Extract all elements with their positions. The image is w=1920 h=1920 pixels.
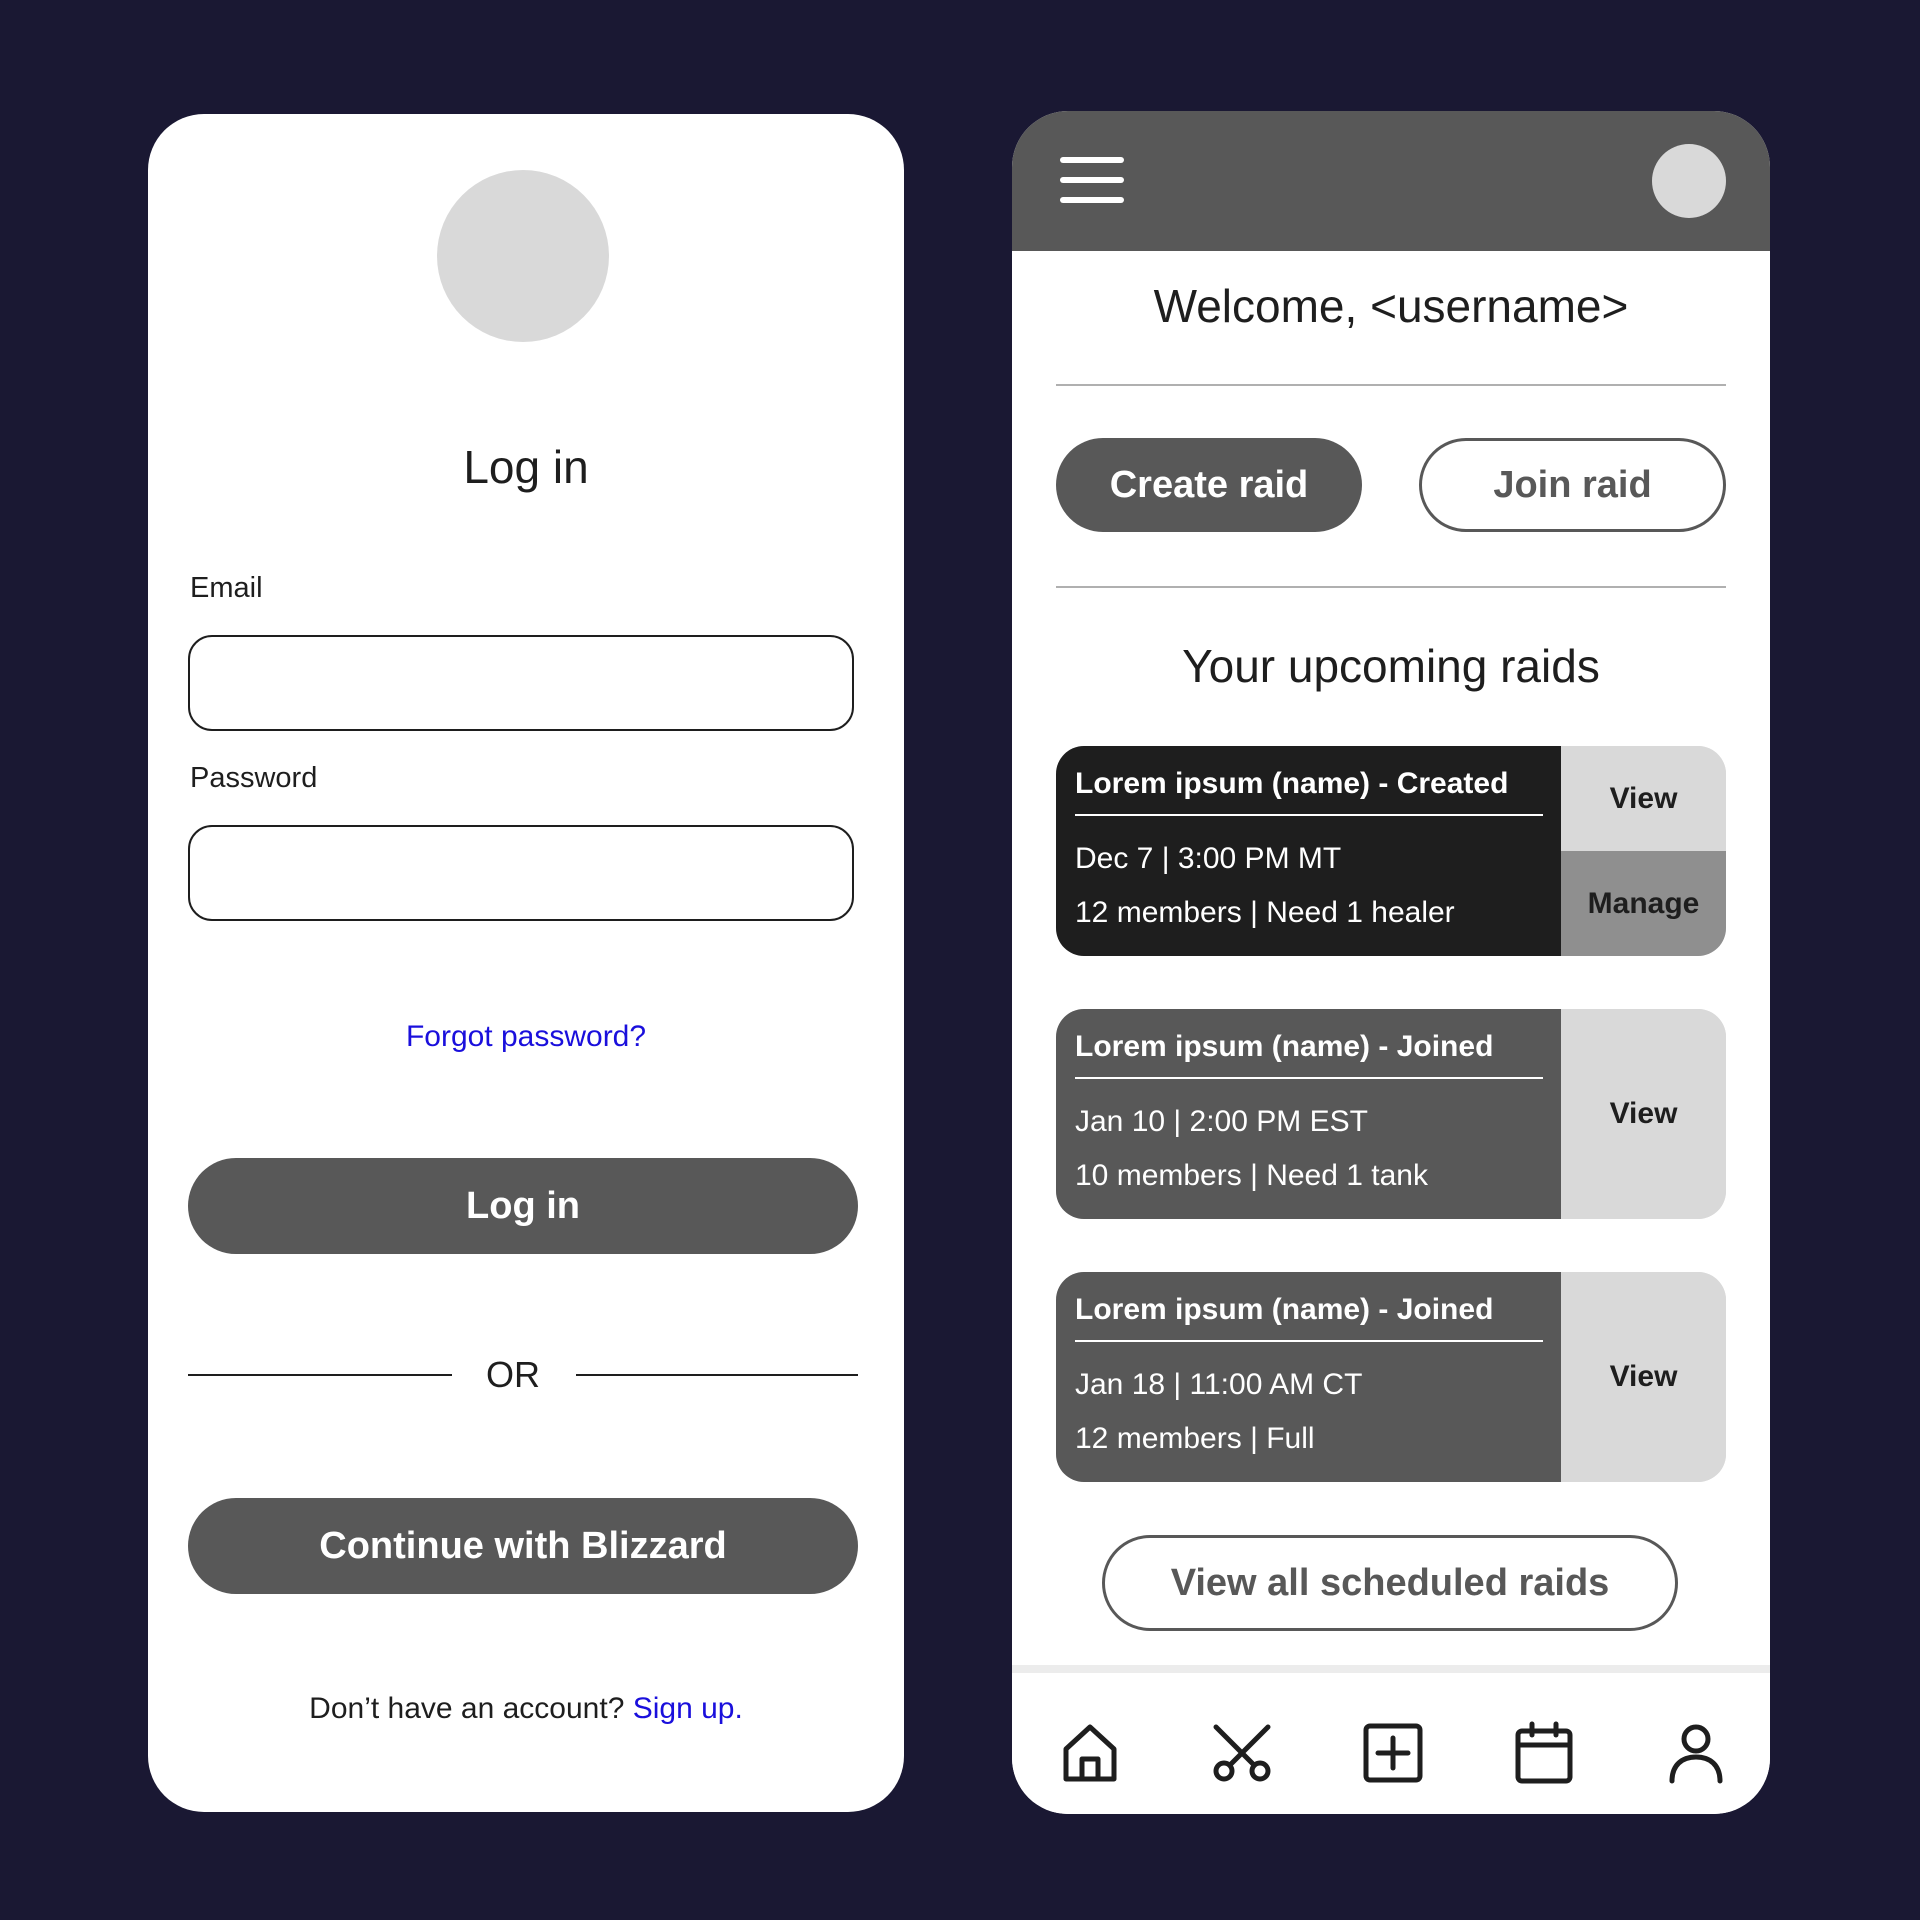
raid-info: Lorem ipsum (name) - Created Dec 7 | 3:0… <box>1056 746 1561 956</box>
top-app-bar <box>1012 111 1770 251</box>
raid-details: 12 members | Full <box>1075 1422 1315 1455</box>
forgot-password-link[interactable]: Forgot password? <box>148 1020 904 1054</box>
divider <box>1056 586 1726 588</box>
raid-datetime: Jan 18 | 11:00 AM CT <box>1075 1368 1363 1401</box>
view-raid-button[interactable]: View <box>1561 1272 1726 1482</box>
bottom-nav <box>1012 1665 1770 1814</box>
raid-actions: View <box>1561 1272 1726 1482</box>
raid-title: Lorem ipsum (name) - Created <box>1075 767 1509 800</box>
raid-title: Lorem ipsum (name) - Joined <box>1075 1293 1494 1326</box>
view-raid-button[interactable]: View <box>1561 1009 1726 1219</box>
password-label: Password <box>190 762 318 794</box>
profile-icon[interactable] <box>1664 1721 1728 1785</box>
join-raid-button[interactable]: Join raid <box>1419 438 1726 532</box>
password-field[interactable] <box>188 825 854 921</box>
signup-prompt: Don’t have an account? Sign up. <box>148 1692 904 1726</box>
raid-actions: View <box>1561 1009 1726 1219</box>
hamburger-menu-icon[interactable] <box>1060 157 1124 207</box>
raid-datetime: Jan 10 | 2:00 PM EST <box>1075 1105 1368 1138</box>
raid-datetime: Dec 7 | 3:00 PM MT <box>1075 842 1342 875</box>
continue-with-blizzard-button[interactable]: Continue with Blizzard <box>188 1498 858 1594</box>
raid-card: Lorem ipsum (name) - Created Dec 7 | 3:0… <box>1056 746 1726 956</box>
raid-title-rule <box>1075 814 1543 816</box>
raid-card: Lorem ipsum (name) - Joined Jan 10 | 2:0… <box>1056 1009 1726 1219</box>
or-divider-text: OR <box>486 1354 540 1395</box>
raid-title-rule <box>1075 1077 1543 1079</box>
raid-card: Lorem ipsum (name) - Joined Jan 18 | 11:… <box>1056 1272 1726 1482</box>
view-all-raids-button[interactable]: View all scheduled raids <box>1102 1535 1678 1631</box>
welcome-heading: Welcome, <username> <box>1153 280 1629 332</box>
create-raid-button[interactable]: Create raid <box>1056 438 1362 532</box>
signup-prompt-text: Don’t have an account? <box>309 1692 625 1725</box>
add-square-icon[interactable] <box>1361 1721 1425 1785</box>
raid-actions: View Manage <box>1561 746 1726 956</box>
home-icon[interactable] <box>1058 1721 1122 1785</box>
logo-placeholder <box>437 170 609 342</box>
scissors-icon[interactable] <box>1210 1721 1274 1785</box>
or-divider-right <box>576 1374 858 1376</box>
dashboard-screen: Welcome, <username> Create raid Join rai… <box>1012 111 1770 1814</box>
email-label: Email <box>190 572 263 604</box>
raid-title: Lorem ipsum (name) - Joined <box>1075 1030 1494 1063</box>
manage-raid-button[interactable]: Manage <box>1561 851 1726 956</box>
login-title: Log in <box>463 441 589 493</box>
avatar[interactable] <box>1652 144 1726 218</box>
login-screen: Log in Email Password Forgot password? L… <box>148 114 904 1812</box>
raid-title-rule <box>1075 1340 1543 1342</box>
raid-info: Lorem ipsum (name) - Joined Jan 18 | 11:… <box>1056 1272 1561 1482</box>
login-button[interactable]: Log in <box>188 1158 858 1254</box>
raid-details: 12 members | Need 1 healer <box>1075 896 1455 929</box>
calendar-icon[interactable] <box>1512 1721 1576 1785</box>
upcoming-raids-title: Your upcoming raids <box>1182 640 1600 692</box>
raid-info: Lorem ipsum (name) - Joined Jan 10 | 2:0… <box>1056 1009 1561 1219</box>
or-divider-left <box>188 1374 452 1376</box>
raid-details: 10 members | Need 1 tank <box>1075 1159 1428 1192</box>
divider <box>1056 384 1726 386</box>
email-field[interactable] <box>188 635 854 731</box>
signup-link[interactable]: Sign up. <box>633 1692 743 1725</box>
view-raid-button[interactable]: View <box>1561 746 1726 851</box>
